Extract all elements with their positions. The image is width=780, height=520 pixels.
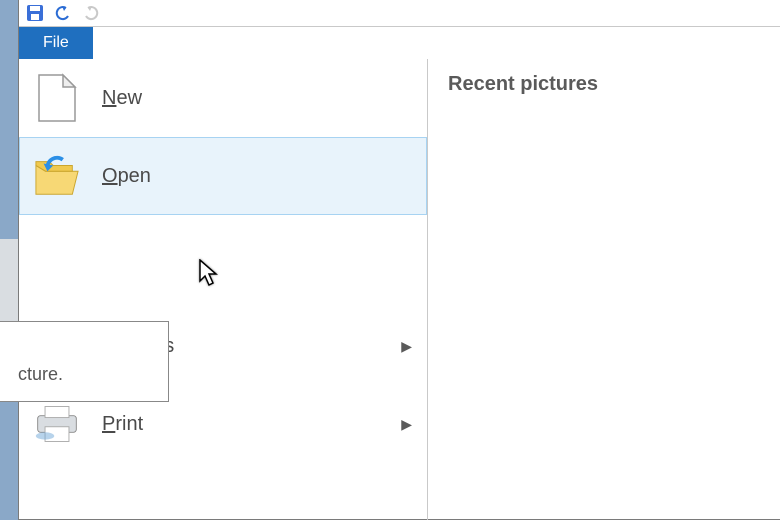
background-window-sliver (0, 0, 18, 520)
tooltip-text: cture. (18, 364, 63, 384)
paint-window: File New Open Save as (18, 0, 780, 520)
menu-label-new: New (102, 87, 142, 110)
chevron-right-icon: ▶ (401, 416, 412, 433)
menu-label-open: Open (102, 165, 151, 188)
recent-title: Recent pictures (448, 73, 760, 96)
new-file-icon (34, 72, 80, 124)
menu-item-open[interactable]: Open (19, 137, 427, 215)
file-tab[interactable]: File (19, 27, 93, 59)
titlebar (19, 0, 780, 27)
file-tab-label: File (43, 34, 69, 52)
save-qat-icon[interactable] (25, 3, 45, 23)
file-backstage: New Open Save as ▶ Print (19, 59, 780, 520)
menu-gap (19, 215, 427, 307)
tooltip: cture. (0, 321, 169, 402)
chevron-right-icon: ▶ (401, 338, 412, 355)
printer-icon (34, 398, 80, 450)
undo-qat-icon[interactable] (53, 3, 73, 23)
cursor-icon (199, 259, 221, 292)
file-menu-column: New Open Save as ▶ Print (19, 59, 428, 520)
redo-qat-icon[interactable] (81, 3, 101, 23)
menu-item-new[interactable]: New (19, 59, 427, 137)
menu-label-print: Print (102, 413, 143, 436)
ribbon-tab-row: File (19, 27, 780, 59)
recent-pane: Recent pictures (428, 59, 780, 520)
open-folder-icon (34, 150, 80, 202)
